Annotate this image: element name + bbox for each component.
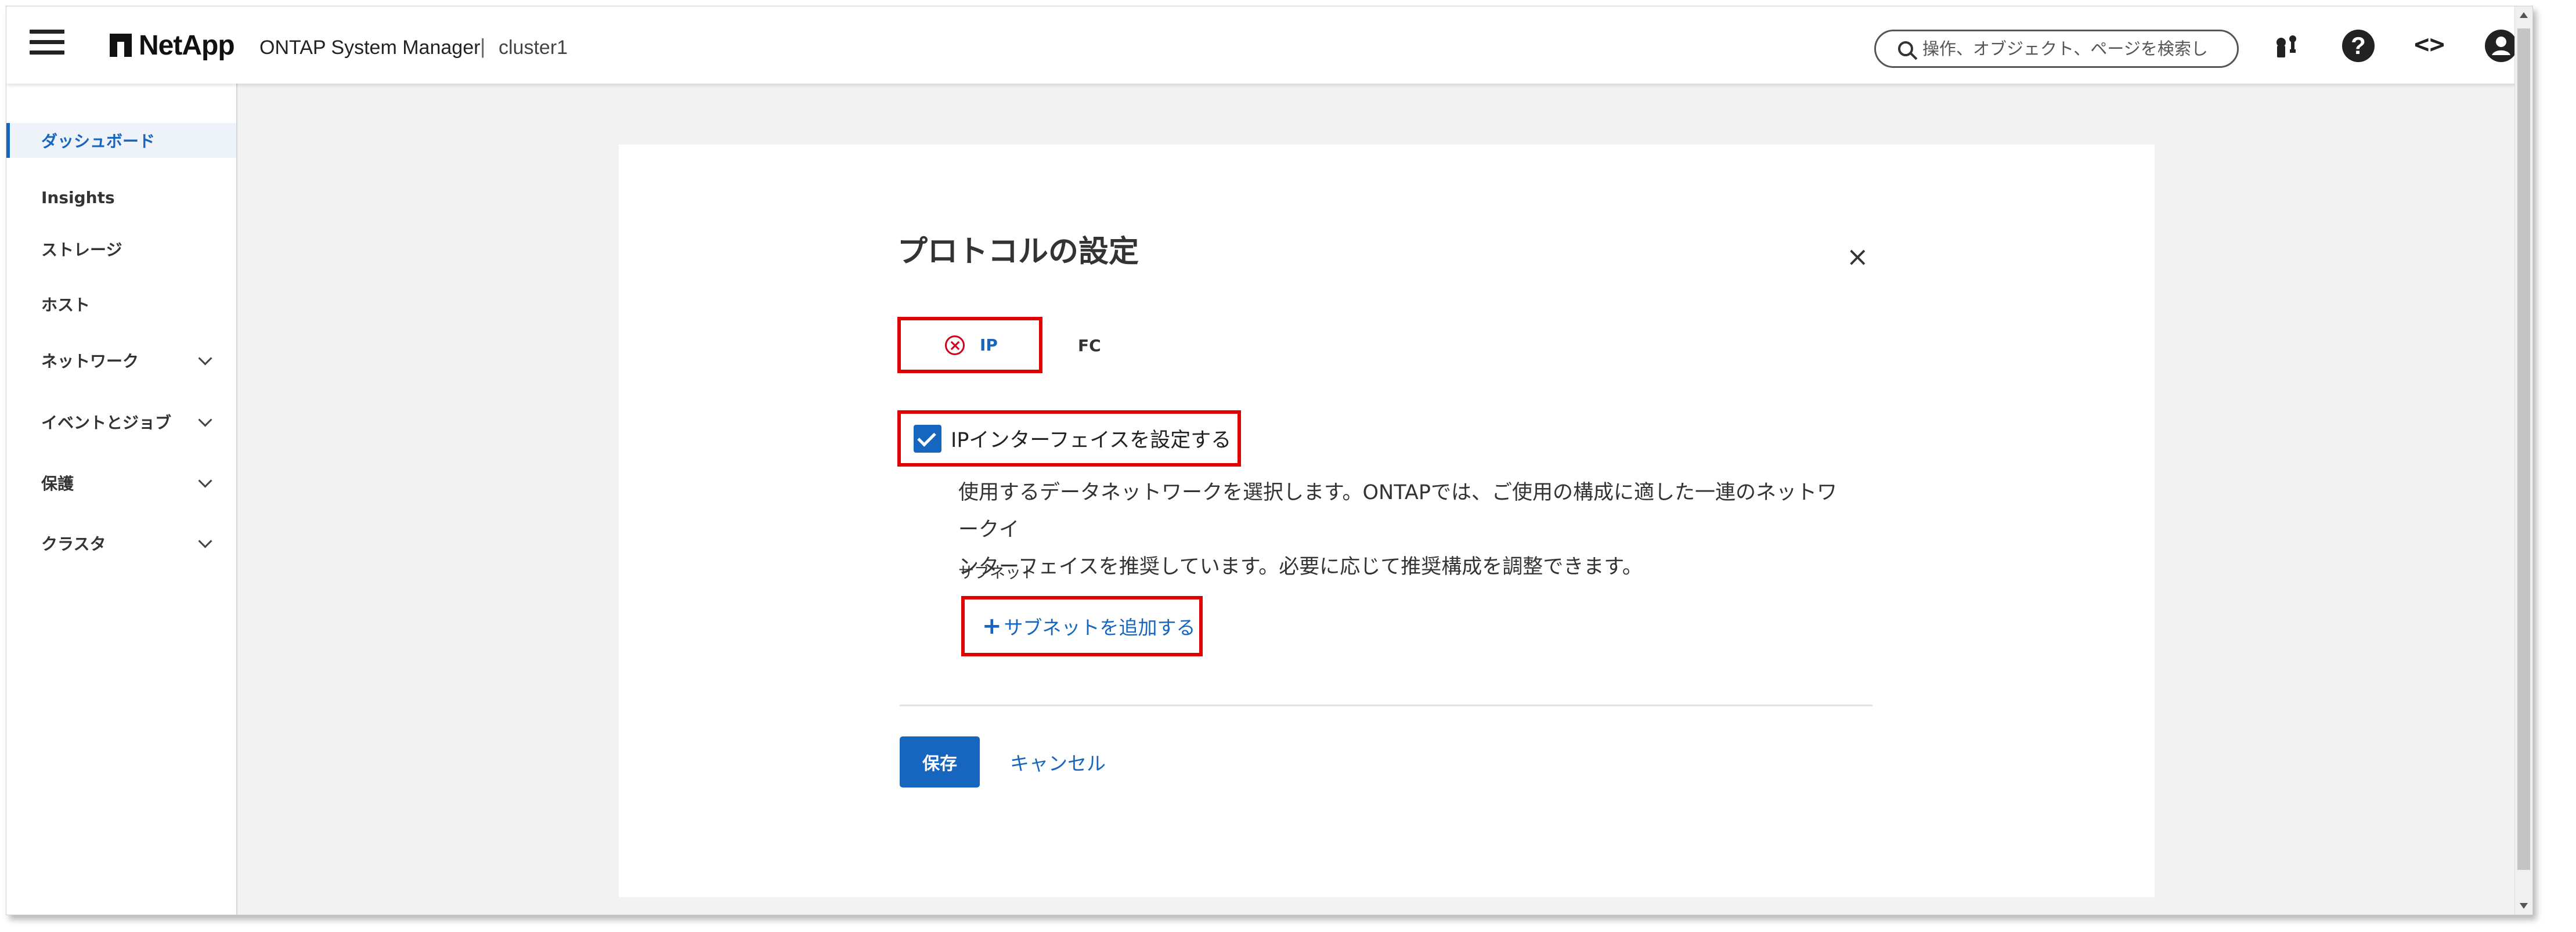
error-icon: [945, 335, 965, 355]
sidebar-item-label: イベントとジョブ: [41, 413, 172, 432]
save-button[interactable]: 保存: [900, 736, 980, 787]
app-window: NetApp ONTAP System Manager | cluster1 ?…: [6, 6, 2533, 915]
sidebar-item-insights[interactable]: Insights: [6, 180, 236, 215]
key-icon[interactable]: [2272, 33, 2301, 62]
add-subnet-label: サブネットを追加する: [1004, 616, 1196, 639]
sidebar-item-network[interactable]: ネットワーク: [6, 343, 236, 378]
scroll-up-icon[interactable]: [2520, 12, 2528, 18]
add-subnet-button[interactable]: + サブネットを追加する: [961, 596, 1203, 656]
vertical-scrollbar[interactable]: [2514, 6, 2532, 915]
description-line: 使用するデータネットワークを選択します。ONTAPでは、ご使用の構成に適した一連…: [958, 481, 1837, 541]
code-icon[interactable]: <>: [2414, 30, 2445, 59]
sidebar-item-events-jobs[interactable]: イベントとジョブ: [6, 404, 236, 439]
top-header: NetApp ONTAP System Manager | cluster1 ?…: [6, 6, 2532, 84]
netapp-logo: NetApp: [110, 28, 235, 62]
active-indicator: [6, 123, 10, 158]
sidebar-item-label: ダッシュボード: [41, 132, 156, 151]
search-box[interactable]: [1874, 30, 2239, 68]
dialog-title: プロトコルの設定: [897, 234, 1139, 269]
sidebar-item-label: ネットワーク: [41, 352, 139, 371]
description-text: 使用するデータネットワークを選択します。ONTAPでは、ご使用の構成に適した一連…: [958, 474, 1841, 586]
sidebar-item-label: クラスタ: [41, 534, 106, 554]
search-input[interactable]: [1921, 38, 2237, 59]
plus-icon: +: [982, 613, 1002, 640]
cluster-name: cluster1: [499, 37, 568, 59]
protocol-settings-dialog: プロトコルの設定 × IP FC IPインターフェイスを設定する 使用するデータ…: [619, 145, 2155, 897]
sidebar-item-hosts[interactable]: ホスト: [6, 287, 236, 321]
sidebar-item-cluster[interactable]: クラスタ: [6, 526, 236, 561]
configure-ip-label: IPインターフェイスを設定する: [951, 429, 1232, 452]
sidebar-item-label: ホスト: [41, 295, 91, 315]
sidebar-item-label: 保護: [41, 474, 74, 493]
title-separator: |: [480, 34, 486, 58]
sidebar-item-label: Insights: [41, 187, 115, 207]
chevron-down-icon: [198, 351, 212, 366]
scroll-thumb[interactable]: [2517, 28, 2530, 870]
netapp-logo-mark: [110, 34, 132, 57]
tab-ip-label: IP: [980, 335, 998, 355]
sidebar-item-label: ストレージ: [41, 240, 122, 259]
sidebar-item-dashboard[interactable]: ダッシュボード: [6, 123, 236, 158]
tab-ip[interactable]: IP: [897, 317, 1042, 373]
help-icon[interactable]: ?: [2342, 30, 2375, 62]
chevron-down-icon: [198, 413, 212, 427]
sidebar-item-protection[interactable]: 保護: [6, 465, 236, 500]
search-icon: [1898, 41, 1913, 56]
divider: [900, 705, 1873, 706]
tab-fc[interactable]: FC: [1078, 336, 1101, 355]
configure-ip-checkbox[interactable]: [914, 424, 941, 453]
app-name: ONTAP System Manager: [259, 37, 481, 59]
sidebar-item-storage[interactable]: ストレージ: [6, 232, 236, 266]
user-icon[interactable]: [2485, 30, 2517, 62]
configure-ip-interface[interactable]: IPインターフェイスを設定する: [897, 410, 1241, 467]
close-icon[interactable]: ×: [1846, 243, 1869, 270]
sidebar: ダッシュボード Insights ストレージ ホスト ネットワーク イベントとジ…: [6, 84, 237, 915]
menu-icon[interactable]: [30, 30, 64, 59]
chevron-down-icon: [198, 474, 212, 488]
description-line: ンターフェイスを推奨しています。必要に応じて推奨構成を調整できます。: [958, 555, 1643, 579]
subnet-label: サブネット: [958, 564, 1037, 582]
logo-text: NetApp: [139, 30, 235, 61]
scroll-down-icon[interactable]: [2520, 903, 2528, 909]
cancel-button[interactable]: キャンセル: [1010, 748, 1106, 776]
chevron-down-icon: [198, 534, 212, 548]
